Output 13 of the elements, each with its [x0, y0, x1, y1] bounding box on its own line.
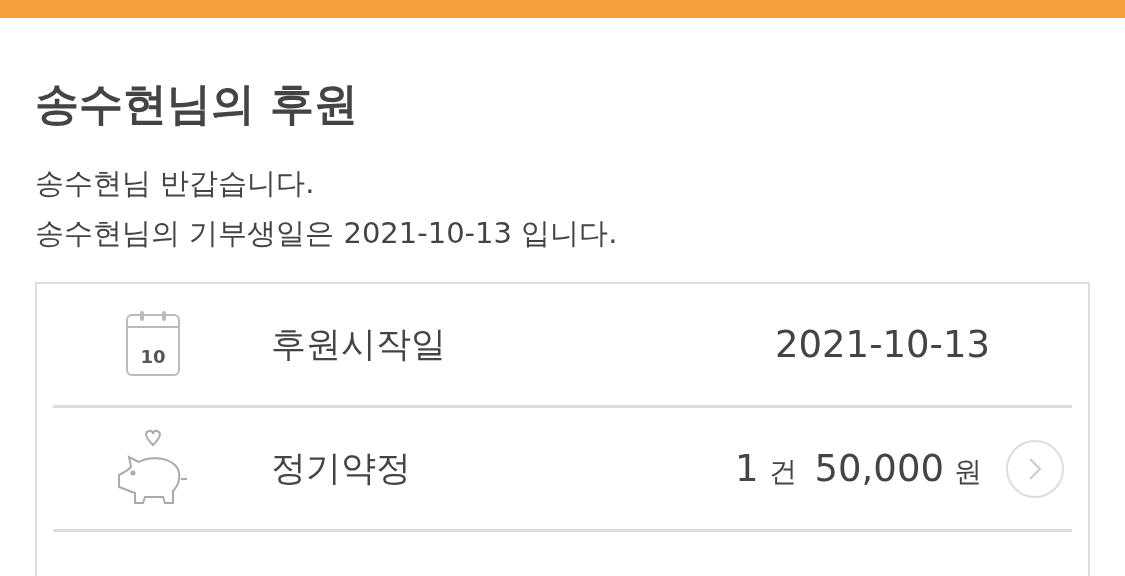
unit-text: 건: [768, 453, 797, 490]
row-label: 정기약정: [271, 447, 411, 491]
value-text: 2021-10-13: [774, 321, 990, 368]
chevron-right-icon: [1028, 456, 1042, 481]
calendar-icon: 10: [126, 313, 180, 376]
page-title: 송수현님의 후원: [35, 77, 360, 131]
unit-text: 원: [954, 453, 982, 490]
value-text: 50,000: [814, 445, 944, 492]
greeting-text: 송수현님의 기부생일은 2021-10-13 입니다.: [35, 215, 619, 252]
value-text: 1: [735, 445, 759, 492]
detail-button[interactable]: [1006, 439, 1064, 498]
row-label: 후원시작일: [271, 323, 446, 367]
greeting-text: 송수현님 반갑습니다.: [35, 165, 316, 202]
